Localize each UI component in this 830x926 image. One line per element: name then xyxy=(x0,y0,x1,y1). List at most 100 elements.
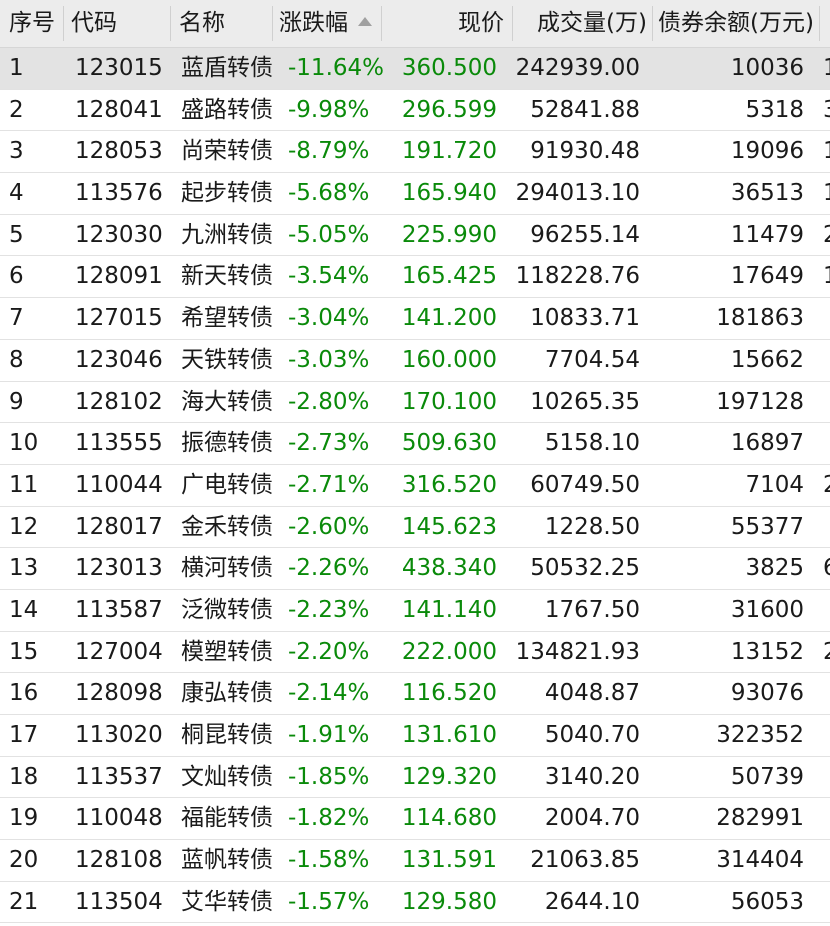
bond-code: 128098 xyxy=(75,680,163,707)
column-header-change[interactable]: 涨跌幅 xyxy=(279,0,348,47)
row-index: 4 xyxy=(9,180,24,207)
bond-code: 123013 xyxy=(75,555,163,582)
change-percent: -1.85% xyxy=(288,763,370,790)
bond-code: 128053 xyxy=(75,138,163,165)
row-index: 12 xyxy=(9,513,39,540)
column-divider[interactable] xyxy=(381,6,382,41)
current-price: 145.623 xyxy=(401,513,497,540)
row-index: 20 xyxy=(9,847,39,874)
trade-volume: 21063.85 xyxy=(530,847,640,874)
trade-volume: 242939.00 xyxy=(515,55,640,81)
row-index: 19 xyxy=(9,805,39,832)
table-row[interactable]: 19 110048 福能转债 -1.82% 114.680 2004.70 282991 xyxy=(0,798,830,841)
table-row[interactable]: 4 113576 起步转债 -5.68% 165.940 294013.10 36513 1 xyxy=(0,173,830,215)
sort-up-icon[interactable] xyxy=(358,17,372,26)
trade-volume: 118228.76 xyxy=(515,263,640,290)
current-price: 296.599 xyxy=(401,96,497,123)
bond-balance: 56053 xyxy=(730,888,804,915)
table-row[interactable]: 12 128017 金禾转债 -2.60% 145.623 1228.50 55377 xyxy=(0,506,830,549)
row-index: 11 xyxy=(9,471,39,498)
bond-code: 128091 xyxy=(75,263,163,290)
bond-name: 泛微转债 xyxy=(181,596,273,623)
current-price: 116.520 xyxy=(401,680,497,707)
column-divider[interactable] xyxy=(170,6,171,41)
change-percent: -1.82% xyxy=(288,805,370,832)
bond-balance: 31600 xyxy=(730,596,804,623)
table-row[interactable]: 18 113537 文灿转债 -1.85% 129.320 3140.20 50739 xyxy=(0,756,830,799)
current-price: 165.940 xyxy=(401,180,497,207)
trade-volume: 50532.25 xyxy=(530,555,640,582)
table-row[interactable]: 17 113020 桐昆转债 -1.91% 131.610 5040.70 322352 xyxy=(0,715,830,757)
table-row[interactable]: 21 113504 艾华转债 -1.57% 129.580 2644.10 56053 xyxy=(0,881,830,924)
column-divider[interactable] xyxy=(652,6,653,41)
bond-balance: 7104 xyxy=(745,471,804,498)
trade-volume: 134821.93 xyxy=(515,638,640,665)
change-percent: -1.58% xyxy=(288,847,370,874)
change-percent: -1.57% xyxy=(288,888,370,915)
column-header-index[interactable]: 序号 xyxy=(9,0,55,47)
bond-name: 天铁转债 xyxy=(181,346,273,373)
table-body: 1123015蓝盾转债-11.64%360.500242939.00100361… xyxy=(0,48,830,924)
bond-quote-table: 序号 代码 名称 涨跌幅 现价 成交量(万) 债券余额(万元) 1 123015 蓝… xyxy=(0,0,830,926)
trade-volume: 96255.14 xyxy=(530,221,640,248)
bond-name: 金禾转债 xyxy=(181,513,273,540)
bond-balance: 93076 xyxy=(730,680,804,707)
current-price: 360.500 xyxy=(401,55,497,81)
table-row[interactable]: 13 123013 横河转债 -2.26% 438.340 50532.25 3825 6 xyxy=(0,548,830,590)
bond-name: 福能转债 xyxy=(181,805,273,832)
table-row[interactable]: 3 128053 尚荣转债 -8.79% 191.720 91930.48 19096 1 xyxy=(0,131,830,174)
column-header-price[interactable]: 现价 xyxy=(458,0,504,47)
bond-balance: 3825 xyxy=(745,555,804,582)
change-percent: -8.79% xyxy=(288,138,370,165)
column-header-balance[interactable]: 债券余额(万元) xyxy=(658,0,814,47)
table-row[interactable]: 16 128098 康弘转债 -2.14% 116.520 4048.87 93076 xyxy=(0,673,830,715)
bond-code: 123046 xyxy=(75,346,163,373)
column-divider[interactable] xyxy=(63,6,64,41)
column-divider[interactable] xyxy=(272,6,273,41)
bond-code: 123015 xyxy=(75,55,163,81)
bond-name: 文灿转债 xyxy=(181,763,273,790)
bond-name: 康弘转债 xyxy=(181,680,273,707)
bond-code: 113504 xyxy=(75,888,163,915)
bond-name: 桐昆转债 xyxy=(181,722,273,748)
row-index: 10 xyxy=(9,430,39,457)
table-row[interactable]: 8 123046 天铁转债 -3.03% 160.000 7704.54 15662 xyxy=(0,339,830,382)
current-price: 316.520 xyxy=(401,471,497,498)
column-header-name[interactable]: 名称 xyxy=(179,0,225,47)
row-index: 6 xyxy=(9,263,24,290)
trade-volume: 5158.10 xyxy=(544,430,640,457)
column-header-code[interactable]: 代码 xyxy=(71,0,117,47)
table-row[interactable]: 7 127015 希望转债 -3.04% 141.200 10833.71 181863 xyxy=(0,298,830,340)
bond-code: 127004 xyxy=(75,638,163,665)
table-row[interactable]: 5 123030 九洲转债 -5.05% 225.990 96255.14 11479 2 xyxy=(0,214,830,257)
current-price: 131.591 xyxy=(401,847,497,874)
change-percent: -5.68% xyxy=(288,180,370,207)
trade-volume: 294013.10 xyxy=(515,180,640,207)
row-index: 5 xyxy=(9,221,24,248)
change-percent: -2.60% xyxy=(288,513,370,540)
table-row[interactable]: 15 127004 模塑转债 -2.20% 222.000 134821.93 13152 2 xyxy=(0,631,830,674)
table-row[interactable]: 1 123015 蓝盾转债 -11.64% 360.500 242939.00 10036 1 xyxy=(0,48,830,90)
table-row[interactable]: 6 128091 新天转债 -3.54% 165.425 118228.76 17649 1 xyxy=(0,256,830,299)
table-row[interactable]: 14 113587 泛微转债 -2.23% 141.140 1767.50 31600 xyxy=(0,589,830,632)
column-divider[interactable] xyxy=(512,6,513,41)
row-index: 21 xyxy=(9,888,39,915)
bond-balance: 322352 xyxy=(716,722,804,748)
current-price: 438.340 xyxy=(401,555,497,582)
trade-volume: 4048.87 xyxy=(544,680,640,707)
change-percent: -3.04% xyxy=(288,305,370,332)
bond-balance: 13152 xyxy=(730,638,804,665)
bond-code: 113537 xyxy=(75,763,163,790)
table-row[interactable]: 20 128108 蓝帆转债 -1.58% 131.591 21063.85 314404 xyxy=(0,840,830,882)
row-index: 13 xyxy=(9,555,39,582)
table-header: 序号 代码 名称 涨跌幅 现价 成交量(万) 债券余额(万元) xyxy=(0,0,830,48)
table-row[interactable]: 2 128041 盛路转债 -9.98% 296.599 52841.88 5318 3 xyxy=(0,89,830,132)
current-price: 141.200 xyxy=(401,305,497,332)
bond-code: 113587 xyxy=(75,596,163,623)
table-row[interactable]: 9 128102 海大转债 -2.80% 170.100 10265.35 197128 xyxy=(0,381,830,424)
column-divider[interactable] xyxy=(819,6,820,41)
column-header-volume[interactable]: 成交量(万) xyxy=(537,0,647,47)
next-column-value: 1 xyxy=(823,173,830,214)
table-row[interactable]: 11 110044 广电转债 -2.71% 316.520 60749.50 7104 2 xyxy=(0,464,830,507)
table-row[interactable]: 10 113555 振德转债 -2.73% 509.630 5158.10 16897 xyxy=(0,423,830,465)
